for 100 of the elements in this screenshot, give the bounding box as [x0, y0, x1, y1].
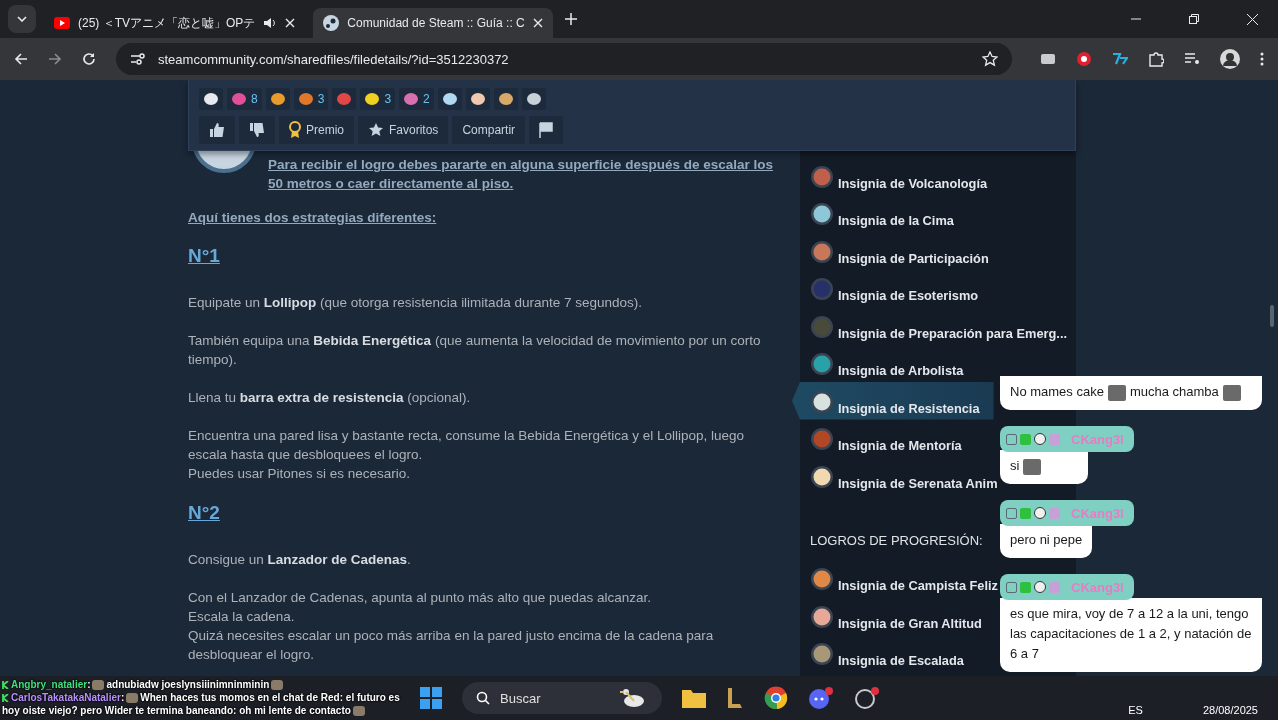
app-icon[interactable] [854, 686, 880, 710]
emote-icon [352, 706, 365, 717]
award-chip[interactable]: 2 [399, 88, 434, 110]
media-control-icon[interactable] [1184, 52, 1200, 66]
emote-icon [1023, 458, 1042, 475]
stream-chat-message: Angbry_natalier: adnubiadw joeslynsiiinimninminin [2, 678, 402, 691]
award-button[interactable]: Premio [279, 116, 354, 144]
badge-icon [810, 164, 834, 189]
profile-avatar-icon[interactable] [1220, 49, 1240, 69]
chat-badge-icon [2, 680, 11, 690]
language-indicator[interactable]: ES [1128, 704, 1143, 716]
tab-list-button[interactable] [8, 5, 36, 33]
award-count: 3 [384, 92, 392, 106]
award-icon [403, 92, 420, 106]
sidebar-item[interactable]: Insignia de Esoterismo [800, 269, 979, 307]
award-chip[interactable] [493, 88, 518, 110]
paragraph: Con el Lanzador de Cadenas, apunta al punto más alto que puedas alcanzar. Escala la cadena. Quizá necesites escalar un poco más arriba en la pared justo encima de la cadena para desbloquear el logro. [188, 589, 715, 664]
close-icon[interactable] [1247, 13, 1258, 25]
award-chip[interactable] [465, 88, 490, 110]
award-icon [231, 92, 247, 106]
section-heading: N°2 [188, 502, 221, 524]
clock-date[interactable]: 28/08/2025 [1202, 704, 1258, 716]
chat-badge-icon [1049, 507, 1060, 519]
extension-icon[interactable] [1076, 51, 1092, 67]
start-icon[interactable] [420, 687, 442, 709]
extension-icon[interactable] [1040, 52, 1056, 66]
sidebar-item[interactable]: Insignia de Volcanología [800, 157, 988, 195]
browser-tab[interactable]: Comunidad de Steam :: Guía :: C [313, 8, 553, 38]
chat-message-text: si [1010, 458, 1020, 473]
chat-badge-icon [1020, 507, 1031, 519]
puzzle-icon[interactable] [1148, 51, 1164, 67]
award-chip[interactable] [265, 88, 290, 110]
speaker-icon[interactable] [263, 17, 278, 29]
reload-icon[interactable] [82, 52, 96, 66]
chat-username: CKang3l [1071, 579, 1124, 595]
chat-badge-icon [1034, 433, 1046, 445]
badge-icon [810, 239, 834, 264]
restore-icon[interactable] [1189, 14, 1199, 24]
menu-icon[interactable] [1260, 52, 1264, 66]
taskbar-search-field[interactable]: Buscar [462, 682, 662, 714]
site-settings-icon[interactable] [130, 52, 146, 66]
new-tab-icon[interactable] [564, 13, 577, 25]
badge-icon [810, 277, 834, 301]
badge-icon [810, 642, 834, 666]
close-icon[interactable] [532, 18, 543, 28]
chat-message-text: No mames cake [1010, 384, 1104, 399]
favorite-button[interactable]: Favoritos [358, 116, 449, 144]
emote-icon [126, 693, 139, 704]
video-site-icon [54, 17, 70, 29]
chat-badge-icon [1006, 433, 1017, 445]
thumbs-down-icon [249, 122, 265, 138]
award-icon [336, 92, 353, 106]
browser-tab[interactable]: (25) ＜TVアニメ「恋と嘘」OPテ [44, 8, 306, 38]
stream-chat-message: CarlosTakatakaNatalier: When haces tus momos en el chat de Red: el futuro es hoy oiste viejo? pero Wider te termina baneando: oh mi lente de contacto [2, 691, 401, 717]
medal-icon [289, 121, 301, 139]
intro-text: Para recibir el logro debes pararte en alguna superficie después de escalar los 50 metros o caer directamente al piso. [268, 156, 774, 193]
award-chip[interactable]: 8 [227, 88, 262, 110]
award-chip[interactable]: 3 [360, 88, 396, 110]
chat-badge-icon [1020, 581, 1031, 593]
browser-icon[interactable] [764, 686, 788, 710]
award-chip[interactable] [199, 88, 223, 110]
address-bar[interactable]: steamcommunity.com/sharedfiles/filedetails/?id=3512230372 [116, 43, 1012, 75]
chat-app-icon[interactable] [808, 686, 834, 710]
sidebar-item[interactable]: Insignia de Mentoría [800, 419, 962, 457]
bookmark-star-icon[interactable] [982, 51, 998, 67]
scrollbar-thumb[interactable] [1270, 305, 1274, 327]
emote-icon [271, 680, 284, 691]
report-button[interactable] [529, 116, 564, 144]
badge-icon [810, 427, 834, 451]
award-chip[interactable] [521, 88, 546, 110]
sidebar-item[interactable]: Insignia de Arbolista [800, 344, 964, 382]
award-chip[interactable] [437, 88, 462, 110]
chat-badge-icon [1034, 507, 1046, 519]
share-button[interactable]: Compartir [452, 116, 526, 144]
tab-title: (25) ＜TVアニメ「恋と嘘」OPテ [78, 14, 256, 32]
sidebar-item[interactable]: Insignia de Preparación para Emerg... [800, 307, 1067, 345]
upvote-button[interactable] [199, 116, 235, 144]
sidebar-item[interactable]: Insignia de Serenata Anim [800, 457, 998, 495]
thumbs-up-icon [209, 122, 225, 138]
back-icon[interactable] [14, 52, 28, 66]
folder-icon[interactable] [682, 688, 706, 708]
sidebar-item[interactable]: Insignia de la Cima [800, 194, 954, 232]
sidebar-item[interactable]: Insignia de Campista Feliz [800, 559, 998, 597]
sidebar-item[interactable]: Insignia de Participación [800, 232, 989, 270]
badge-icon [810, 202, 834, 226]
chat-badge-icon [1034, 581, 1046, 593]
close-icon[interactable] [285, 18, 296, 28]
award-chip[interactable]: 3 [293, 88, 329, 110]
downvote-button[interactable] [239, 116, 275, 144]
emote-icon [92, 680, 105, 691]
award-icon [269, 92, 286, 106]
forward-icon[interactable] [48, 52, 62, 66]
flag-icon [539, 122, 554, 138]
sidebar-item[interactable]: Insignia de Resistencia [792, 382, 994, 420]
extension-icon[interactable] [1112, 52, 1128, 66]
award-icon [203, 92, 219, 106]
sidebar-item[interactable]: Insignia de Escalada [800, 634, 964, 672]
game-launcher-icon[interactable] [726, 687, 744, 709]
chat-message-text: es que mira, voy de 7 a 12 a la uni, tengo las capacitaciones de 1 a 2, y natación de 6 a 7 [1010, 606, 1252, 661]
sidebar-item[interactable]: Insignia de Gran Altitud [800, 597, 982, 635]
